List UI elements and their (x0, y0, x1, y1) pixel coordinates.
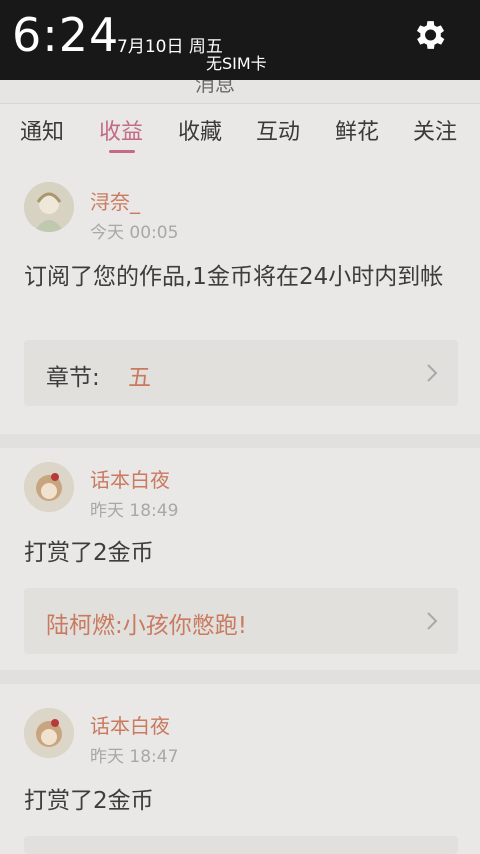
chapter-link[interactable]: 章节: 五 (24, 340, 458, 406)
message-text: 订阅了您的作品,1金币将在24小时内到帐 (24, 264, 444, 290)
tab-earnings[interactable]: 收益 (99, 114, 143, 146)
chevron-right-icon (427, 612, 438, 630)
work-link[interactable]: 陆柯燃:小孩你憋跑! (24, 588, 458, 654)
timestamp: 今天 00:05 (90, 223, 179, 243)
quote-value: 五 (128, 365, 151, 391)
gear-icon[interactable] (410, 16, 448, 54)
divider (0, 670, 480, 684)
header: 消息 (0, 72, 480, 104)
tab-favorites[interactable]: 收藏 (178, 114, 222, 146)
tab-follows[interactable]: 关注 (413, 114, 457, 146)
tab-bar: 通知 收益 收藏 互动 鲜花 关注 (0, 104, 480, 164)
timestamp: 昨天 18:47 (90, 747, 179, 767)
avatar[interactable] (24, 182, 74, 232)
active-tab-indicator (109, 150, 135, 153)
divider (0, 434, 480, 448)
list-item: 浔奈_ 今天 00:05 订阅了您的作品,1金币将在24小时内到帐 章节: 五 (0, 164, 480, 434)
tab-interactions[interactable]: 互动 (256, 114, 300, 146)
status-bar: 6:24 7月10日 周五 无SIM卡 (0, 0, 480, 80)
avatar[interactable] (24, 708, 74, 758)
list-item: 话本白夜 昨天 18:49 打赏了2金币 陆柯燃:小孩你憋跑! (0, 448, 480, 670)
user-name[interactable]: 话本白夜 (90, 464, 170, 493)
user-name[interactable]: 浔奈_ (90, 186, 140, 215)
message-text: 打赏了2金币 (24, 788, 154, 814)
chevron-right-icon (427, 364, 438, 382)
quote-label: 章节: (46, 365, 100, 391)
list-item: 话本白夜 昨天 18:47 打赏了2金币 (0, 684, 480, 854)
status-time: 6:24 (12, 8, 120, 62)
work-link[interactable] (24, 836, 458, 854)
avatar[interactable] (24, 462, 74, 512)
user-name[interactable]: 话本白夜 (90, 710, 170, 739)
quote-value: 陆柯燃:小孩你憋跑! (46, 613, 247, 639)
tab-notify[interactable]: 通知 (20, 114, 64, 146)
tab-flowers[interactable]: 鲜花 (335, 114, 379, 146)
timestamp: 昨天 18:49 (90, 501, 179, 521)
message-text: 打赏了2金币 (24, 540, 154, 566)
status-carrier: 无SIM卡 (206, 54, 267, 73)
